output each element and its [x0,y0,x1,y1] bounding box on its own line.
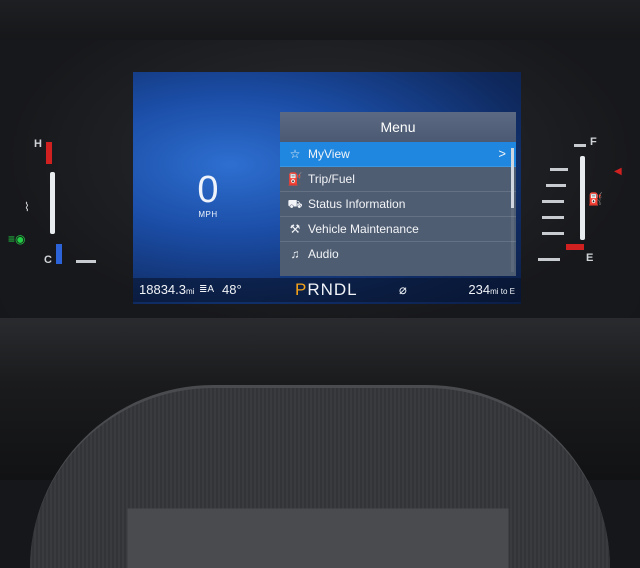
odometer-unit: mi [186,287,195,296]
range-to-empty: 234mi to E [468,278,515,304]
menu-item-vehicle-maintenance[interactable]: ⚒ Vehicle Maintenance [280,217,516,242]
menu-item-label: Trip/Fuel [308,172,355,186]
fuel-gauge: F ⛽ ◀ E [520,130,630,280]
menu-item-audio[interactable]: ♫ Audio [280,242,516,266]
fuel-empty-marker [566,244,584,250]
fuel-tick [574,144,586,147]
chevron-right-icon: > [498,146,506,161]
speedometer: 0 MPH [183,170,233,219]
menu-item-label: MyView [308,147,350,161]
fuel-door-arrow-icon: ◀ [614,166,622,177]
gear-active: P [295,280,308,299]
menu-item-label: Status Information [308,197,406,211]
menu-item-label: Audio [308,247,339,261]
gear-selector: PRNDL [295,278,358,302]
temperature-gauge: H ⌇ ≡◉ C [8,130,130,280]
menu-item-status-information[interactable]: ⛟ Status Information [280,192,516,217]
menu-item-label: Vehicle Maintenance [308,222,419,236]
steering-wheel-rim [30,385,610,568]
menu-item-trip-fuel[interactable]: ⛽ Trip/Fuel [280,167,516,192]
music-note-icon: ♫ [290,247,300,261]
menu-title: Menu [280,112,516,142]
temp-hot-marker [46,142,52,164]
temp-tick [76,260,96,263]
menu-scrollbar-thumb[interactable] [511,148,514,208]
odometer: 18834.3mi [139,278,194,304]
gear-rest: RNDL [307,280,358,299]
odometer-value: 18834.3 [139,282,186,297]
fuel-level-bar [580,156,585,240]
headlight-indicator-icon: ≡◉ [8,232,26,246]
range-value: 234 [468,282,491,297]
fuel-pump-icon: ⛽ [588,192,603,206]
speed-value: 0 [197,169,219,211]
fuel-empty-label: E [586,252,594,264]
auto-headlamp-icon: ≣A [199,284,215,295]
car-icon: ⛟ [287,197,303,211]
fuel-tick [542,216,564,219]
menu-item-myview[interactable]: ☆ MyView > [280,142,516,167]
fuel-tick [546,184,566,187]
speed-unit: MPH [198,210,218,219]
temp-hot-label: H [34,138,42,150]
fuel-tick [542,200,564,203]
fuel-tick [542,232,564,235]
outside-temperature: 48° [222,282,242,297]
wrench-icon: ⚒ [289,222,301,236]
status-bar: 18834.3mi ≣A 48° PRNDL ⌀ 234mi to E [133,278,521,302]
temp-needle-bar [50,172,55,234]
cluster-display: 0 MPH Menu ☆ MyView > ⛽ Trip/Fuel ⛟ Stat… [133,72,521,304]
range-unit: mi to E [490,287,515,296]
fuel-full-label: F [590,136,597,148]
fuel-tick [550,168,568,171]
fuel-pump-icon: ⛽ [287,172,303,186]
star-icon: ☆ [289,147,301,161]
temp-cold-label: C [44,254,52,266]
fuel-tick [538,258,560,261]
menu-panel: Menu ☆ MyView > ⛽ Trip/Fuel ⛟ Status Inf… [280,112,516,276]
cruise-gauge-icon: ⌀ [399,282,407,297]
coolant-icon: ⌇ [24,200,30,214]
temp-cold-marker [56,244,62,264]
